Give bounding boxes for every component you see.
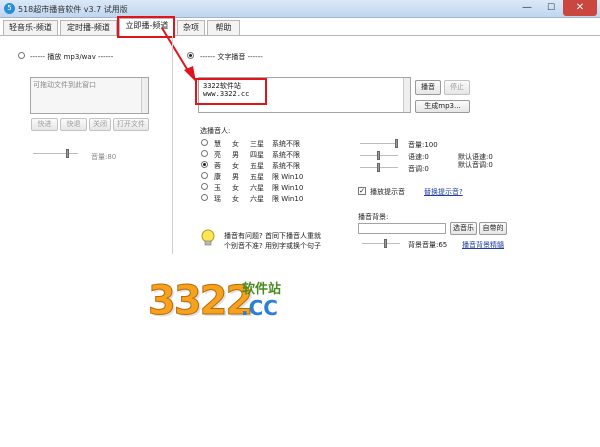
speech-pitch-thumb[interactable] bbox=[377, 163, 380, 172]
voice-gender: 女 bbox=[232, 184, 239, 192]
hint-line-2: 个别音不准? 用别字或换个句子 bbox=[224, 242, 321, 250]
speech-volume-slider[interactable] bbox=[360, 139, 398, 148]
voice-radio[interactable] bbox=[201, 150, 208, 157]
mp3-mode-label: ------ 播放 mp3/wav ------ bbox=[30, 53, 114, 61]
generate-mp3-button[interactable]: 生成mp3... bbox=[415, 100, 470, 113]
text-highlight-box bbox=[195, 78, 267, 105]
voice-section-label: 选播音人: bbox=[200, 127, 231, 135]
maximize-button[interactable]: ☐ bbox=[539, 0, 563, 16]
voice-radio[interactable] bbox=[201, 183, 208, 190]
voice-system: 系统不限 bbox=[272, 140, 300, 148]
voice-radio[interactable] bbox=[201, 194, 208, 201]
speech-pitch-label: 音调:0 bbox=[408, 165, 429, 173]
speech-pitch-slider[interactable] bbox=[360, 163, 398, 172]
minimize-button[interactable]: — bbox=[515, 0, 539, 16]
bg-volume-track bbox=[362, 243, 400, 245]
voice-gender: 女 bbox=[232, 162, 239, 170]
tts-mode-label: ------ 文字播音 ------ bbox=[200, 53, 263, 61]
lightbulb-icon bbox=[201, 229, 215, 246]
app-icon: 5 bbox=[4, 3, 15, 14]
choose-music-button[interactable]: 选音乐 bbox=[450, 222, 477, 235]
bg-volume-label: 背景音量:65 bbox=[408, 241, 448, 249]
mp3-volume-thumb[interactable] bbox=[66, 149, 69, 158]
speech-speed-slider[interactable] bbox=[360, 151, 398, 160]
voice-name: 玉 bbox=[214, 184, 221, 192]
voice-name: 亮 bbox=[214, 151, 221, 159]
voice-system: 限 Win10 bbox=[272, 195, 304, 203]
speech-volume-label: 音量:100 bbox=[408, 141, 438, 149]
speech-speed-label: 语速:0 bbox=[408, 153, 429, 161]
open-file-button[interactable]: 打开文件 bbox=[113, 118, 149, 131]
drop-area-scrollbar[interactable] bbox=[141, 78, 148, 113]
voice-stars: 四星 bbox=[250, 151, 264, 159]
voice-gender: 男 bbox=[232, 173, 239, 181]
mp3-volume-label: 音量:80 bbox=[91, 153, 117, 161]
watermark-logo: 3322 软件站 .CC bbox=[146, 274, 296, 332]
bg-tips-link[interactable]: 播音背景精髓 bbox=[462, 240, 504, 250]
window-title: 518超市播音软件 v3.7 试用版 bbox=[18, 5, 128, 14]
default-pitch-label: 默认音调:0 bbox=[458, 161, 493, 169]
logo-chinese-name: 软件站 bbox=[242, 282, 282, 297]
voice-name: 康 bbox=[214, 173, 221, 181]
bg-volume-slider[interactable] bbox=[362, 239, 400, 248]
file-drop-area[interactable]: 可拖动文件到此窗口 bbox=[30, 77, 149, 114]
tab-help[interactable]: 帮助 bbox=[207, 20, 240, 35]
tab-light-music[interactable]: 轻音乐-频道 bbox=[3, 20, 58, 35]
voice-radio[interactable] bbox=[201, 139, 208, 146]
voice-gender: 女 bbox=[232, 195, 239, 203]
annotation-arrow bbox=[161, 27, 196, 82]
play-speech-button[interactable]: 播音 bbox=[415, 80, 441, 95]
stop-speech-button[interactable]: 停止 bbox=[444, 80, 470, 95]
file-drop-placeholder: 可拖动文件到此窗口 bbox=[33, 81, 96, 89]
voice-stars: 五星 bbox=[250, 162, 264, 170]
title-bar: 5 518超市播音软件 v3.7 试用版 — ☐ ✕ bbox=[0, 0, 600, 18]
voice-system: 系统不限 bbox=[272, 162, 300, 170]
voice-stars: 六星 bbox=[250, 195, 264, 203]
voice-radio[interactable] bbox=[201, 172, 208, 179]
tab-scheduled[interactable]: 定时播-频道 bbox=[60, 20, 117, 35]
bg-volume-thumb[interactable] bbox=[384, 239, 387, 248]
voice-system: 限 Win10 bbox=[272, 173, 304, 181]
voice-stars: 三星 bbox=[250, 140, 264, 148]
bg-music-label: 播音背景: bbox=[358, 213, 389, 221]
voice-radio[interactable] bbox=[201, 161, 208, 168]
voice-system: 系统不限 bbox=[272, 151, 300, 159]
voice-system: 限 Win10 bbox=[272, 184, 304, 192]
panel-divider bbox=[172, 36, 173, 254]
logo-domain: .CC bbox=[241, 296, 278, 320]
mp3-volume-track bbox=[33, 153, 78, 155]
voice-gender: 男 bbox=[232, 151, 239, 159]
voice-name: 慧 bbox=[214, 140, 221, 148]
hint-line-1: 播音有问题? 首同下播音人重就 bbox=[224, 232, 321, 240]
voice-gender: 女 bbox=[232, 140, 239, 148]
speech-speed-thumb[interactable] bbox=[377, 151, 380, 160]
tts-mode-radio[interactable] bbox=[187, 52, 194, 59]
voice-name: 瑶 bbox=[214, 195, 221, 203]
voice-stars: 五星 bbox=[250, 173, 264, 181]
close-button[interactable]: ✕ bbox=[563, 0, 597, 16]
logo-number: 3322 bbox=[147, 278, 253, 325]
mp3-volume-slider[interactable] bbox=[33, 149, 78, 158]
speech-volume-track bbox=[360, 143, 398, 145]
speech-volume-thumb[interactable] bbox=[395, 139, 398, 148]
chime-checkbox[interactable]: ✓ bbox=[358, 187, 366, 195]
voice-name: 蓉 bbox=[214, 162, 221, 170]
chime-checkbox-label: 播放提示音 bbox=[370, 188, 405, 196]
tts-text-scrollbar[interactable] bbox=[403, 78, 410, 112]
voice-stars: 六星 bbox=[250, 184, 264, 192]
change-chime-link[interactable]: 替换提示音? bbox=[424, 187, 463, 197]
fast-forward-button[interactable]: 快进 bbox=[31, 118, 58, 131]
close-file-button[interactable]: 关闭 bbox=[89, 118, 111, 131]
rewind-button[interactable]: 快退 bbox=[60, 118, 87, 131]
builtin-music-button[interactable]: 自带的 bbox=[479, 222, 507, 235]
bg-music-path-input[interactable] bbox=[358, 223, 446, 234]
mp3-mode-radio[interactable] bbox=[18, 52, 25, 59]
